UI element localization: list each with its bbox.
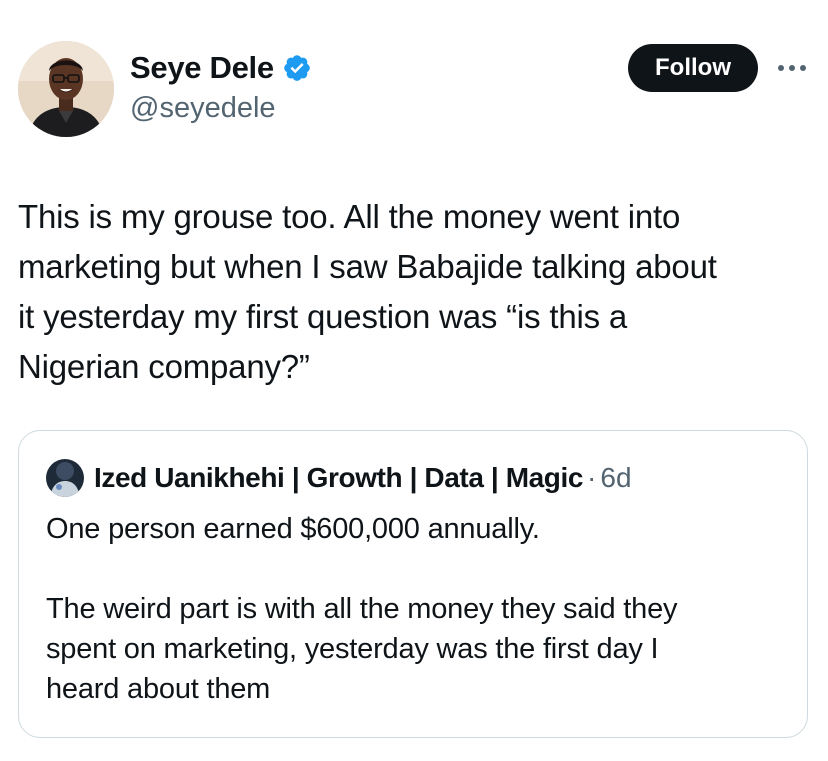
author-name-row: Seye Dele [130,50,312,86]
quoted-author-avatar-image [46,459,84,497]
quoted-tweet-text: One person earned $600,000 annually. The… [46,513,678,705]
tweet: Seye Dele @seyedele Follow This is my gr… [0,0,828,761]
tweet-text: This is my grouse too. All the money wen… [18,198,717,385]
author-avatar[interactable] [18,41,114,137]
follow-button[interactable]: Follow [628,44,758,92]
quoted-tweet-header: Ized Uanikhehi | Growth | Data | Magic ·… [46,459,632,497]
verified-badge-icon [282,53,312,83]
author-name[interactable]: Seye Dele [130,50,274,86]
quoted-tweet-card[interactable]: Ized Uanikhehi | Growth | Data | Magic ·… [18,430,808,738]
author-avatar-image [18,41,114,137]
more-options-button[interactable] [774,56,810,80]
quoted-author-name[interactable]: Ized Uanikhehi | Growth | Data | Magic [94,462,583,494]
quoted-tweet-time[interactable]: 6d [600,462,631,494]
quoted-author-avatar[interactable] [46,459,84,497]
quoted-tweet-separator: · [587,462,597,493]
more-horizontal-icon [778,65,806,71]
author-handle[interactable]: @seyedele [130,92,276,125]
